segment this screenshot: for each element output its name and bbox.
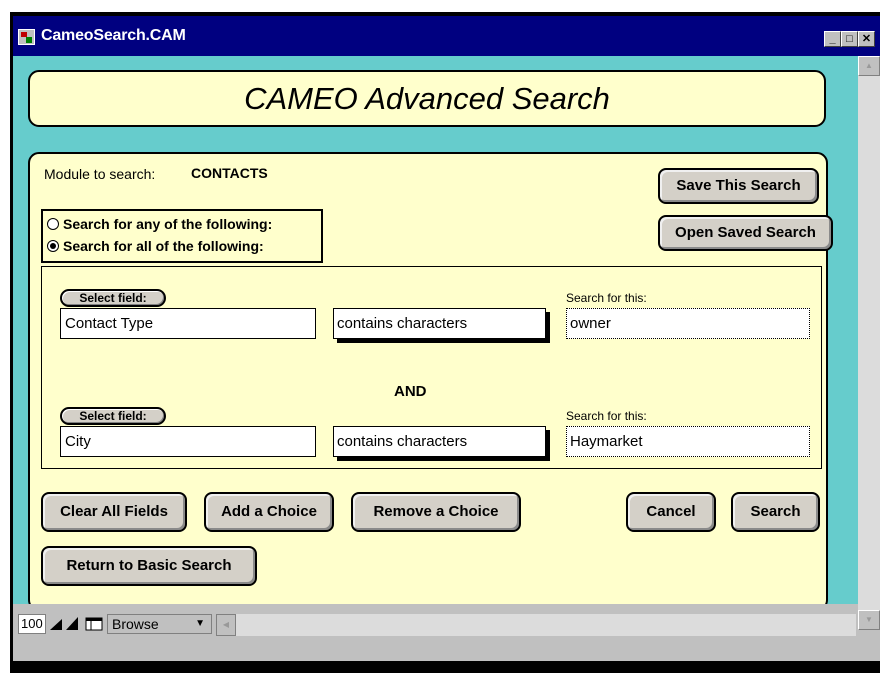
zoom-in-icon[interactable]	[65, 616, 79, 632]
match-mode-group: Search for any of the following: Search …	[41, 209, 323, 263]
close-button[interactable]: ✕	[858, 31, 875, 47]
search-value-1[interactable]: owner	[566, 308, 810, 339]
app-icon[interactable]	[18, 29, 35, 45]
radio-any-label: Search for any of the following:	[63, 216, 273, 232]
select-field-button[interactable]: Select field:	[60, 407, 166, 425]
module-label: Module to search:	[44, 166, 156, 182]
header-panel: CAMEO Advanced Search	[28, 70, 826, 127]
open-saved-search-button[interactable]: Open Saved Search	[658, 215, 833, 251]
radio-all-label: Search for all of the following:	[63, 238, 264, 254]
module-value: CONTACTS	[191, 165, 268, 181]
criteria-area: Select field: Contact Type contains char…	[41, 266, 822, 469]
search-panel: Module to search: CONTACTS Save This Sea…	[28, 152, 833, 611]
app-window: CameoSearch.CAM _ □ ✕ CAMEO Advanced Sea…	[13, 16, 880, 661]
field-name-2[interactable]: City	[60, 426, 316, 457]
add-choice-button[interactable]: Add a Choice	[204, 492, 334, 532]
vertical-scrollbar[interactable]: ▲ ▼	[858, 56, 880, 630]
scroll-left-icon[interactable]: ◀	[216, 614, 236, 636]
zoom-level[interactable]: 100	[18, 614, 46, 634]
page-title: CAMEO Advanced Search	[244, 81, 610, 116]
search-for-label-1: Search for this:	[566, 291, 647, 305]
select-field-button[interactable]: Select field:	[60, 289, 166, 307]
layout-mode-popup[interactable]: Browse ▼	[107, 614, 212, 634]
conjunction-label: AND	[394, 383, 427, 400]
save-search-button[interactable]: Save This Search	[658, 168, 819, 204]
layout-mode-label: Browse	[112, 616, 159, 632]
horizontal-scrollbar[interactable]: ◀	[216, 614, 856, 636]
clear-all-fields-button[interactable]: Clear All Fields	[41, 492, 187, 532]
operator-popup-1[interactable]: contains characters	[333, 308, 546, 339]
window-title: CameoSearch.CAM	[41, 27, 186, 44]
cancel-button[interactable]: Cancel	[626, 492, 716, 532]
radio-any-circle[interactable]	[47, 218, 59, 230]
search-for-label-2: Search for this:	[566, 409, 647, 423]
search-button[interactable]: Search	[731, 492, 820, 532]
maximize-button[interactable]: □	[841, 31, 858, 47]
field-name-1[interactable]: Contact Type	[60, 308, 316, 339]
title-bar[interactable]: CameoSearch.CAM _ □ ✕	[13, 16, 880, 56]
remove-choice-button[interactable]: Remove a Choice	[351, 492, 521, 532]
minimize-button[interactable]: _	[824, 31, 841, 47]
status-bar: 100 Browse ▼ ◀	[13, 604, 858, 661]
radio-all[interactable]: Search for all of the following:	[47, 235, 264, 257]
layout-content: CAMEO Advanced Search Module to search: …	[13, 56, 858, 611]
return-basic-search-button[interactable]: Return to Basic Search	[41, 546, 257, 586]
radio-all-circle[interactable]	[47, 240, 59, 252]
radio-any[interactable]: Search for any of the following:	[47, 213, 272, 235]
search-value-2[interactable]: Haymarket	[566, 426, 810, 457]
operator-popup-2[interactable]: contains characters	[333, 426, 546, 457]
zoom-out-icon[interactable]	[49, 616, 63, 632]
chevron-down-icon: ▼	[195, 618, 205, 629]
status-area-icon[interactable]	[85, 616, 103, 632]
scroll-up-icon[interactable]: ▲	[858, 56, 880, 76]
scroll-down-icon[interactable]: ▼	[858, 610, 880, 630]
